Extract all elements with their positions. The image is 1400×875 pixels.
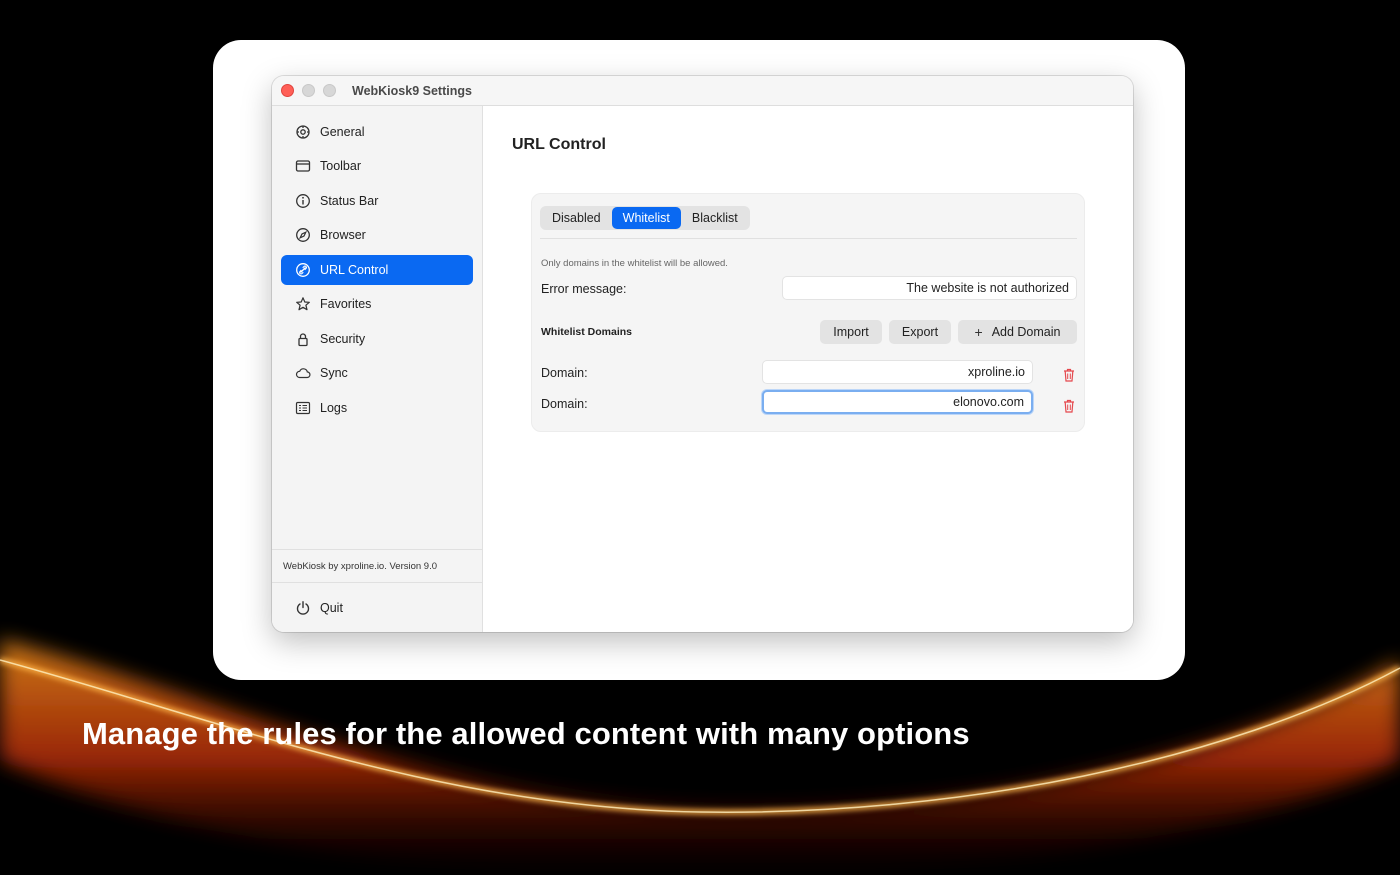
sidebar-item-security[interactable]: Security <box>281 324 473 354</box>
link-icon <box>295 262 311 278</box>
window-title: WebKiosk9 Settings <box>352 84 472 98</box>
sidebar-item-sync[interactable]: Sync <box>281 358 473 388</box>
plus-icon: + <box>974 324 983 340</box>
sidebar-item-label: Favorites <box>320 297 372 311</box>
mode-segmented-control: Disabled Whitelist Blacklist <box>540 206 750 230</box>
quit-button[interactable]: Quit <box>281 594 473 622</box>
sidebar-item-toolbar[interactable]: Toolbar <box>281 151 473 181</box>
domain-label: Domain: <box>541 366 588 380</box>
minimize-button[interactable] <box>302 84 315 97</box>
segment-whitelist[interactable]: Whitelist <box>611 207 681 229</box>
sidebar: General Toolbar Status Bar Browser URL C… <box>272 106 483 632</box>
settings-window: WebKiosk9 Settings General Toolbar Statu… <box>272 76 1133 632</box>
add-domain-label: Add Domain <box>991 325 1061 339</box>
lock-icon <box>295 331 311 347</box>
sidebar-item-label: Logs <box>320 401 348 415</box>
domain-input[interactable] <box>762 360 1033 384</box>
domain-label: Domain: <box>541 397 588 411</box>
gear-icon <box>295 124 311 140</box>
sidebar-item-browser[interactable]: Browser <box>281 220 473 250</box>
sidebar-item-label: Security <box>320 332 366 346</box>
add-domain-button[interactable]: + Add Domain <box>958 320 1077 344</box>
star-icon <box>295 296 311 312</box>
domain-input[interactable] <box>762 390 1033 414</box>
sidebar-item-label: Status Bar <box>320 194 379 208</box>
divider <box>540 238 1077 239</box>
zoom-button[interactable] <box>323 84 336 97</box>
whitelist-domains-heading: Whitelist Domains <box>541 326 633 338</box>
main-content: URL Control Disabled Whitelist Blacklist… <box>484 106 1133 632</box>
close-button[interactable] <box>281 84 294 97</box>
error-message-label: Error message: <box>541 282 627 296</box>
divider <box>272 549 483 550</box>
compass-icon <box>295 227 311 243</box>
sidebar-item-logs[interactable]: Logs <box>281 393 473 423</box>
cloud-icon <box>295 365 311 381</box>
title-bar: WebKiosk9 Settings <box>272 76 1133 106</box>
segment-blacklist[interactable]: Blacklist <box>681 207 749 229</box>
import-label: Import <box>833 325 869 339</box>
divider <box>272 582 483 583</box>
sidebar-item-label: Browser <box>320 228 366 242</box>
error-message-input[interactable] <box>782 276 1077 300</box>
sidebar-item-status-bar[interactable]: Status Bar <box>281 186 473 216</box>
power-icon <box>295 600 311 616</box>
export-label: Export <box>901 325 939 339</box>
segment-disabled[interactable]: Disabled <box>541 207 612 229</box>
quit-label: Quit <box>320 601 343 615</box>
import-button[interactable]: Import <box>820 320 882 344</box>
marketing-caption: Manage the rules for the allowed content… <box>82 716 970 751</box>
sidebar-item-label: Sync <box>320 366 348 380</box>
url-control-panel: Disabled Whitelist Blacklist Only domain… <box>531 193 1085 432</box>
version-text: WebKiosk by xproline.io. Version 9.0 <box>283 561 438 572</box>
sidebar-item-label: General <box>320 125 365 139</box>
info-icon <box>295 193 311 209</box>
toolbar-icon <box>295 158 311 174</box>
sidebar-item-favorites[interactable]: Favorites <box>281 289 473 319</box>
trash-icon[interactable] <box>1061 367 1077 383</box>
export-button[interactable]: Export <box>889 320 951 344</box>
logs-icon <box>295 400 311 416</box>
page-title: URL Control <box>512 136 606 153</box>
whitelist-hint: Only domains in the whitelist will be al… <box>541 258 728 269</box>
trash-icon[interactable] <box>1061 398 1077 414</box>
sidebar-item-label: URL Control <box>320 263 389 277</box>
sidebar-item-label: Toolbar <box>320 159 361 173</box>
sidebar-item-url-control[interactable]: URL Control <box>281 255 473 285</box>
sidebar-item-general[interactable]: General <box>281 117 473 147</box>
